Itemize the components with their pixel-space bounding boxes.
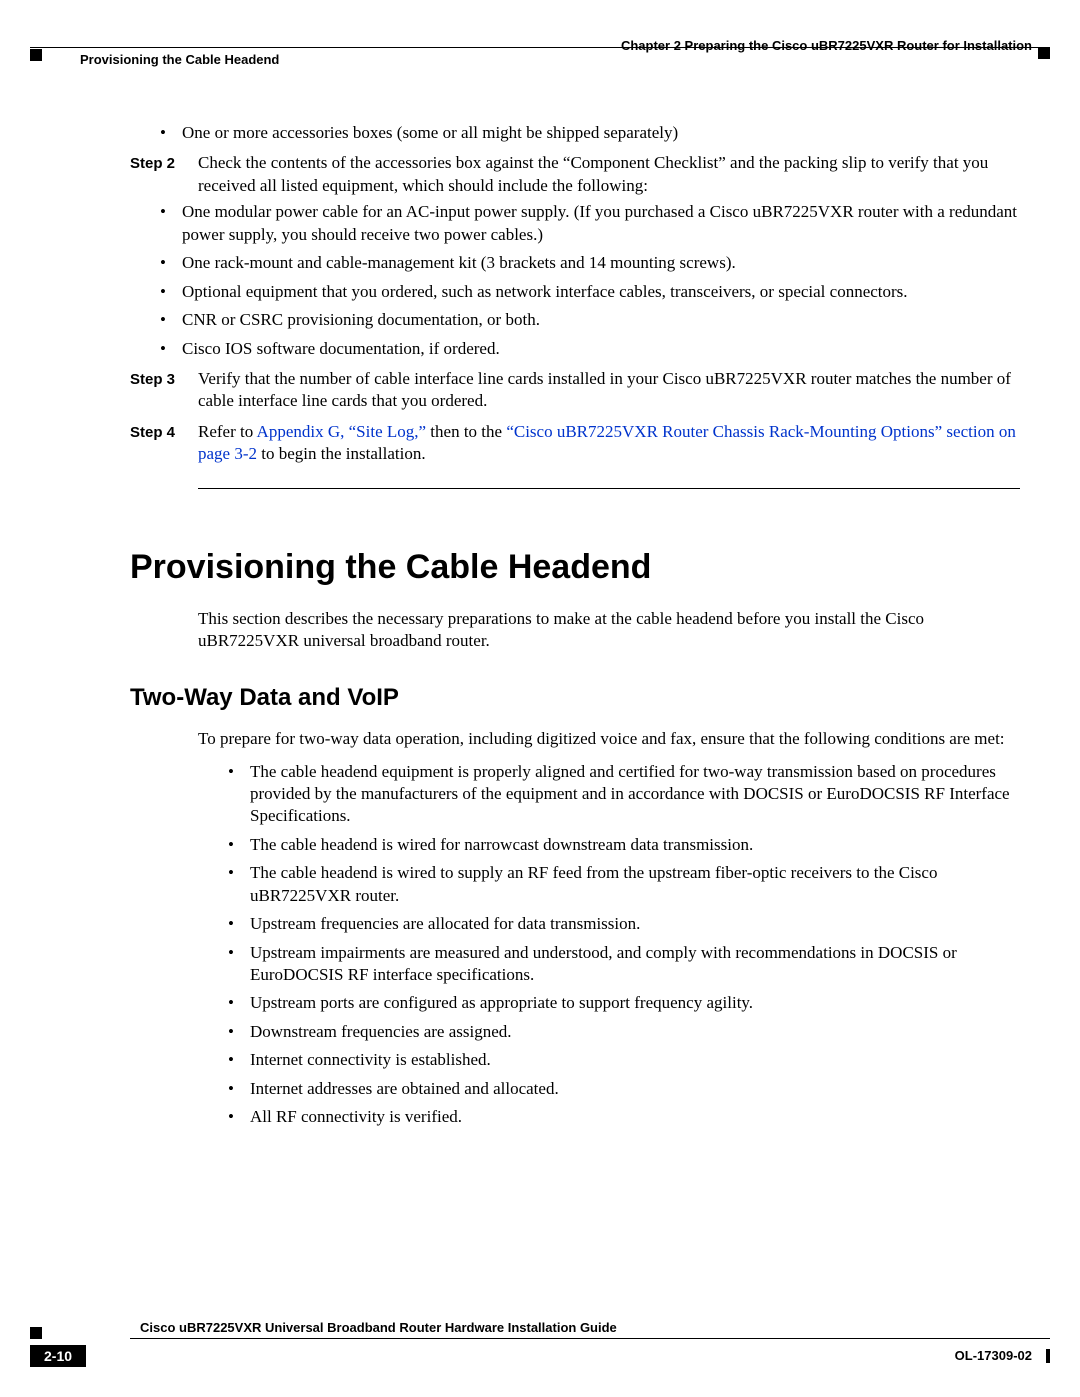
- list-item: One or more accessories boxes (some or a…: [160, 122, 1020, 144]
- list-item: All RF connectivity is verified.: [228, 1106, 1020, 1128]
- footer-doc-id: OL-17309-02: [955, 1348, 1032, 1363]
- list-item: Internet addresses are obtained and allo…: [228, 1078, 1020, 1100]
- page-number: 2-10: [30, 1345, 86, 1367]
- intro-paragraph: This section describes the necessary pre…: [198, 608, 1020, 653]
- list-item: The cable headend is wired to supply an …: [228, 862, 1020, 907]
- header-running-section: Provisioning the Cable Headend: [80, 52, 279, 67]
- text-fragment: then to the: [426, 422, 506, 441]
- link-appendix-g[interactable]: Appendix G, “Site Log,”: [257, 422, 427, 441]
- step-label: Step 4: [130, 421, 198, 466]
- header-chapter: Chapter 2 Preparing the Cisco uBR7225VXR…: [621, 38, 1032, 53]
- step-4: Step 4 Refer to Appendix G, “Site Log,” …: [130, 421, 1020, 466]
- footer-marker-left: [30, 1327, 42, 1339]
- step-text: Check the contents of the accessories bo…: [198, 152, 1020, 197]
- header-marker-right: [1038, 47, 1050, 59]
- heading-two-way: Two-Way Data and VoIP: [130, 682, 1020, 714]
- sub-intro-paragraph: To prepare for two-way data operation, i…: [198, 728, 1020, 750]
- list-item: Downstream frequencies are assigned.: [228, 1021, 1020, 1043]
- section-separator: [198, 488, 1020, 489]
- list-item: Cisco IOS software documentation, if ord…: [160, 338, 1020, 360]
- continued-bullet-list: One or more accessories boxes (some or a…: [160, 122, 1020, 144]
- list-item: The cable headend is wired for narrowcas…: [228, 834, 1020, 856]
- list-item: Upstream impairments are measured and un…: [228, 942, 1020, 987]
- footer-guide-title: Cisco uBR7225VXR Universal Broadband Rou…: [140, 1320, 617, 1335]
- list-item: Upstream frequencies are allocated for d…: [228, 913, 1020, 935]
- heading-provisioning: Provisioning the Cable Headend: [130, 545, 1020, 590]
- step-label: Step 3: [130, 368, 198, 413]
- text-fragment: Refer to: [198, 422, 257, 441]
- list-item: One modular power cable for an AC-input …: [160, 201, 1020, 246]
- step-label: Step 2: [130, 152, 198, 197]
- list-item: Optional equipment that you ordered, suc…: [160, 281, 1020, 303]
- step-2: Step 2 Check the contents of the accesso…: [130, 152, 1020, 197]
- two-way-bullets: The cable headend equipment is properly …: [228, 761, 1020, 1129]
- step-text: Refer to Appendix G, “Site Log,” then to…: [198, 421, 1020, 466]
- list-item: One rack-mount and cable-management kit …: [160, 252, 1020, 274]
- step-text: Verify that the number of cable interfac…: [198, 368, 1020, 413]
- text-fragment: to begin the installation.: [257, 444, 426, 463]
- body-content: One or more accessories boxes (some or a…: [130, 118, 1020, 1135]
- footer-rule: [130, 1338, 1050, 1339]
- footer-marker-right: [1046, 1349, 1050, 1363]
- header-marker-left: [30, 49, 42, 61]
- document-page: Chapter 2 Preparing the Cisco uBR7225VXR…: [0, 0, 1080, 1397]
- list-item: The cable headend equipment is properly …: [228, 761, 1020, 828]
- step-3: Step 3 Verify that the number of cable i…: [130, 368, 1020, 413]
- list-item: CNR or CSRC provisioning documentation, …: [160, 309, 1020, 331]
- list-item: Upstream ports are configured as appropr…: [228, 992, 1020, 1014]
- step-2-bullets: One modular power cable for an AC-input …: [160, 201, 1020, 360]
- list-item: Internet connectivity is established.: [228, 1049, 1020, 1071]
